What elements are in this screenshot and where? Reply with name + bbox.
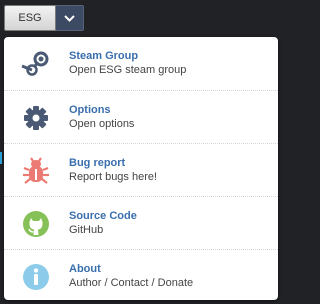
info-icon <box>21 262 51 292</box>
menu-item-subtitle: Open ESG steam group <box>69 64 187 76</box>
menu-item-subtitle: Author / Contact / Donate <box>69 277 194 289</box>
github-icon <box>21 209 51 239</box>
menu-item-subtitle: Report bugs here! <box>69 171 158 183</box>
menu-item-title: Bug report <box>69 157 126 169</box>
menu-item-about[interactable]: About Author / Contact / Donate <box>4 249 278 300</box>
menu-item-subtitle: GitHub <box>69 224 104 236</box>
menu-item-title: Steam Group <box>69 50 139 62</box>
menu-item-title: Source Code <box>69 210 137 222</box>
menu-item-options[interactable]: Options Open options <box>4 90 278 143</box>
gear-icon <box>21 103 51 133</box>
bug-icon <box>21 156 51 186</box>
menu-item-source-code[interactable]: Source Code GitHub <box>4 196 278 249</box>
menu-item-bug-report[interactable]: Bug report Report bugs here! <box>4 143 278 196</box>
steam-icon <box>21 49 51 79</box>
dropdown-toggle-button[interactable] <box>56 5 84 31</box>
menu-item-title: Options <box>69 104 111 116</box>
dropdown-menu: Steam Group Open ESG steam group Options… <box>4 37 278 300</box>
menu-item-steam-group[interactable]: Steam Group Open ESG steam group <box>4 37 278 90</box>
chevron-down-icon <box>64 15 75 22</box>
top-toolbar: ESG <box>0 0 281 36</box>
esg-button[interactable]: ESG <box>4 5 56 31</box>
left-edge-marker <box>0 152 2 164</box>
menu-item-title: About <box>69 263 101 275</box>
menu-item-subtitle: Open options <box>69 118 135 130</box>
